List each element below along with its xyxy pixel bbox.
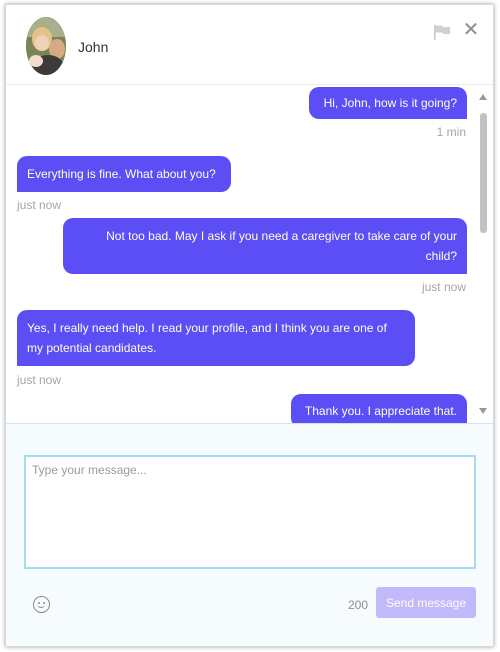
send-message-button[interactable]: Send message xyxy=(376,587,476,618)
message-bubble-outgoing: Thank you. I appreciate that. xyxy=(291,394,467,423)
flag-icon[interactable] xyxy=(433,24,451,40)
avatar xyxy=(26,17,66,75)
message-bubble-outgoing: Hi, John, how is it going? xyxy=(309,87,467,119)
close-icon[interactable]: ✕ xyxy=(462,19,480,41)
character-counter: 200 xyxy=(348,598,369,612)
scroll-down-arrow-icon[interactable] xyxy=(479,408,487,414)
message-bubble-incoming: Yes, I really need help. I read your pro… xyxy=(17,310,415,366)
message-composer: 200 Send message xyxy=(6,423,493,646)
message-bubble-incoming: Everything is fine. What about you? xyxy=(17,156,231,192)
message-timestamp: 1 min xyxy=(436,125,466,139)
scrollbar-thumb[interactable] xyxy=(480,113,487,233)
message-list: Hi, John, how is it going? 1 min Everyth… xyxy=(6,86,493,423)
message-timestamp: just now xyxy=(421,280,466,294)
emoji-icon[interactable] xyxy=(33,596,50,613)
contact-name: John xyxy=(78,39,109,55)
message-bubble-outgoing: Not too bad. May I ask if you need a car… xyxy=(63,218,467,274)
scroll-up-arrow-icon[interactable] xyxy=(479,94,487,100)
chat-window: John ✕ Hi, John, how is it going? 1 min … xyxy=(5,4,494,647)
message-input[interactable] xyxy=(24,455,476,569)
message-timestamp: just now xyxy=(17,373,62,387)
message-timestamp: just now xyxy=(17,198,62,212)
chat-header: John ✕ xyxy=(6,5,493,85)
